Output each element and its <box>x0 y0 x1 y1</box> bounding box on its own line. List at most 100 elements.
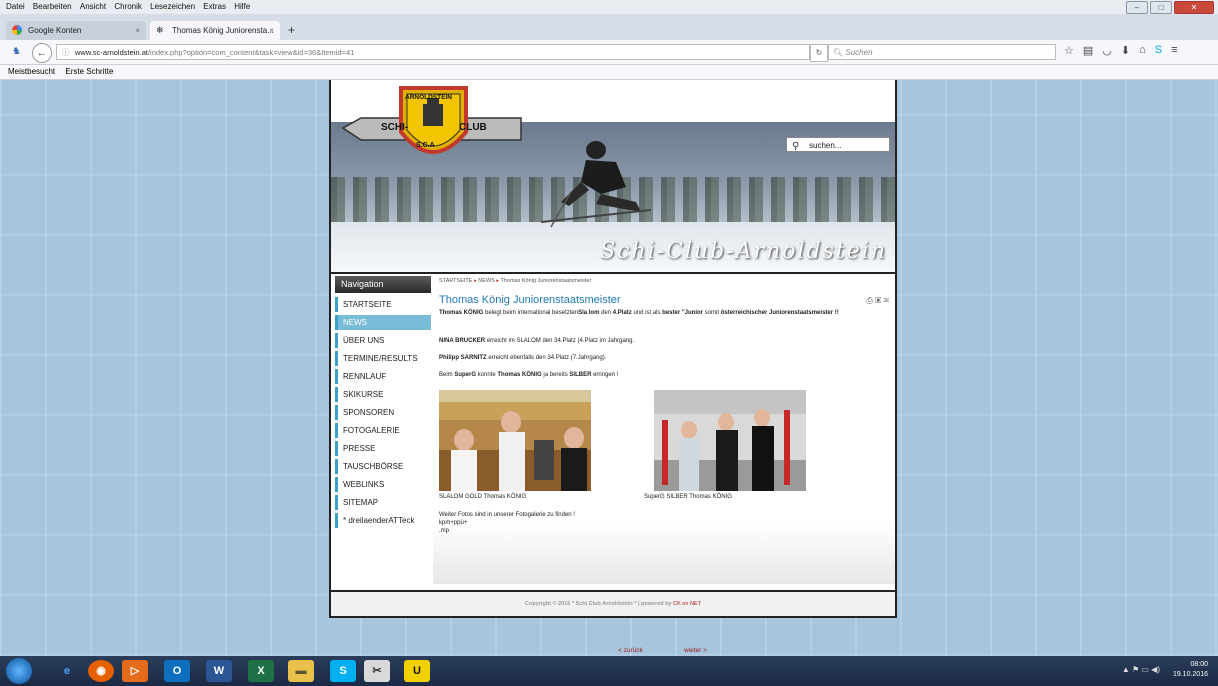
text-bold: 4.Platz <box>612 310 632 316</box>
breadcrumb-arrow-icon: ▸ <box>473 278 477 284</box>
close-tab-icon[interactable]: × <box>269 21 274 40</box>
menu-datei[interactable]: Datei <box>6 2 25 11</box>
toolbar-icons: ☆ ▤ ◡ ⬇ ⌂ S ≡ <box>1064 44 1178 57</box>
browser-search-placeholder: Suchen <box>845 48 873 57</box>
site-search-input[interactable]: ⚲ suchen... <box>786 137 890 152</box>
text: den <box>599 310 613 316</box>
menu-lesezeichen[interactable]: Lesezeichen <box>150 2 195 11</box>
nav-item-presse[interactable]: PRESSE <box>335 441 431 456</box>
minimize-button[interactable]: – <box>1126 1 1148 14</box>
clock[interactable]: 08:00 19.10.2016 <box>1173 660 1208 680</box>
menu-chronik[interactable]: Chronik <box>114 2 142 11</box>
paragraph-3: Philipp SARNITZ erreicht ebenfalls den 3… <box>439 354 839 362</box>
pocket-icon[interactable]: ◡ <box>1102 44 1112 57</box>
breadcrumb-news[interactable]: NEWS <box>478 278 495 284</box>
text-bold: Sla lom <box>578 310 600 316</box>
email-icon[interactable]: ✉ <box>883 296 889 305</box>
media-player-icon[interactable]: ▷ <box>122 660 148 682</box>
reading-list-icon[interactable]: ▤ <box>1083 44 1093 57</box>
snipping-tool-icon[interactable]: ✂ <box>364 660 390 682</box>
text: erringen ! <box>591 372 619 378</box>
print-icon[interactable]: ▣ <box>875 296 881 305</box>
logo-text-right: CLUB <box>459 122 487 133</box>
slalom-podium-photo[interactable] <box>439 390 591 491</box>
menu-extras[interactable]: Extras <box>203 2 226 11</box>
nav-item-news[interactable]: NEWS <box>335 315 431 330</box>
text-bold: SILBER <box>569 372 592 378</box>
tab-thomas-koenig[interactable]: ❄ Thomas König Juniorensta... × <box>150 21 280 40</box>
nav-item-sitemap[interactable]: SITEMAP <box>335 495 431 510</box>
nav-item-dreilaender[interactable]: * dreilaenderATTeck <box>335 513 431 528</box>
word-icon[interactable]: W <box>206 660 232 682</box>
download-icon[interactable]: ⬇ <box>1121 44 1130 57</box>
nav-item-rennlauf[interactable]: RENNLAUF <box>335 369 431 384</box>
breadcrumb-startseite[interactable]: STARTSEITE <box>439 278 472 284</box>
menu-ansicht[interactable]: Ansicht <box>80 2 106 11</box>
excel-icon[interactable]: X <box>248 660 274 682</box>
next-link[interactable]: weiter > <box>684 647 707 654</box>
window-controls: – □ ✕ <box>1126 1 1214 14</box>
text-line: kpm+ppü+ <box>439 520 468 526</box>
menu-hilfe[interactable]: Hilfe <box>234 2 250 11</box>
bookmark-erste-schritte[interactable]: Erste Schritte <box>65 67 113 76</box>
site-footer: Copyright © 2016 * Schi Club Arnoldstein… <box>329 590 897 618</box>
info-icon[interactable]: ⓘ <box>62 45 70 61</box>
menu-bearbeiten[interactable]: Bearbeiten <box>33 2 72 11</box>
outlook-icon[interactable]: O <box>164 660 190 682</box>
website-container: Schi-Club-Arnoldstein ARNOLDSTEIN SCHI- … <box>329 80 897 654</box>
menu-bar: Datei Bearbeiten Ansicht Chronik Lesezei… <box>0 0 1218 14</box>
nav-item-sponsoren[interactable]: SPONSOREN <box>335 405 431 420</box>
header-divider <box>331 272 895 274</box>
system-tray-icons[interactable]: ▲ ⚑ ▭ ◀) <box>1122 665 1160 674</box>
tab-bar: Google Konten × ❄ Thomas König Juniorens… <box>0 14 1218 40</box>
nav-item-tauschboerse[interactable]: TAUSCHBÖRSE <box>335 459 431 474</box>
text-line: .mp <box>439 528 450 534</box>
start-button[interactable] <box>6 658 32 684</box>
explorer-folder-icon[interactable]: ▬ <box>288 660 314 682</box>
tab-label: Thomas König Juniorensta... <box>172 26 274 35</box>
close-tab-icon[interactable]: × <box>135 21 140 40</box>
superg-podium-photo[interactable] <box>654 390 806 491</box>
text-bold: Thomas KÖNIG <box>439 310 484 316</box>
snowflake-icon: ❄ <box>156 25 164 35</box>
pdf-icon[interactable]: ⎙ <box>867 296 873 305</box>
photo-caption-2: SuperG SILBER Thomas KÖNIG <box>644 494 732 500</box>
url-bar[interactable]: ⓘ www.sc-arnoldstein.at/index.php?option… <box>56 44 810 60</box>
nav-item-weblinks[interactable]: WEBLINKS <box>335 477 431 492</box>
u-app-icon[interactable]: U <box>404 660 430 682</box>
text-bold: bester "Junior <box>662 310 704 316</box>
search-icon: 🔍︎ <box>833 48 844 57</box>
skype-icon[interactable]: S <box>1155 44 1162 57</box>
close-window-button[interactable]: ✕ <box>1174 1 1214 14</box>
text: somit <box>703 310 721 316</box>
home-icon[interactable]: ⌂ <box>1139 44 1146 57</box>
text: konnte <box>476 372 498 378</box>
text-bold: österreichischer Juniorenstaatsmeister !… <box>720 310 839 316</box>
ck-on-net-link[interactable]: CK on NET <box>673 601 701 607</box>
nav-item-startseite[interactable]: STARTSEITE <box>335 297 431 312</box>
text-bold: NINA BRUCKER <box>439 338 486 344</box>
maximize-button[interactable]: □ <box>1150 1 1172 14</box>
text-bold: Philipp SARNITZ <box>439 355 487 361</box>
new-tab-button[interactable]: + <box>288 21 295 40</box>
url-domain: www.sc-arnoldstein.at <box>75 48 148 57</box>
prev-link[interactable]: < zurück <box>618 647 643 654</box>
tab-google-konten[interactable]: Google Konten × <box>6 21 146 40</box>
hamburger-menu-icon[interactable]: ≡ <box>1171 44 1177 57</box>
nav-item-fotogalerie[interactable]: FOTOGALERIE <box>335 423 431 438</box>
browser-search-field[interactable]: 🔍︎ Suchen <box>828 44 1056 60</box>
text: ja bereits <box>541 372 570 378</box>
paragraph-4: Beim SuperG konnte Thomas KÖNIG ja berei… <box>439 371 839 379</box>
nav-item-ueber-uns[interactable]: ÜBER UNS <box>335 333 431 348</box>
firefox-menu-icon[interactable]: ♞ <box>12 46 21 57</box>
bookmark-meistbesucht[interactable]: Meistbesucht <box>8 67 55 76</box>
back-button[interactable]: ← <box>32 43 52 63</box>
nav-item-skikurse[interactable]: SKIKURSE <box>335 387 431 402</box>
reload-button[interactable]: ↻ <box>810 44 828 62</box>
bookmark-star-icon[interactable]: ☆ <box>1064 44 1074 57</box>
nav-item-termine-results[interactable]: TERMINE/RESULTS <box>335 351 431 366</box>
ie-icon[interactable]: e <box>54 660 80 682</box>
skype-taskbar-icon[interactable]: S <box>330 660 356 682</box>
text-bold: SuperG <box>454 372 477 378</box>
firefox-icon[interactable]: ◉ <box>88 660 114 682</box>
